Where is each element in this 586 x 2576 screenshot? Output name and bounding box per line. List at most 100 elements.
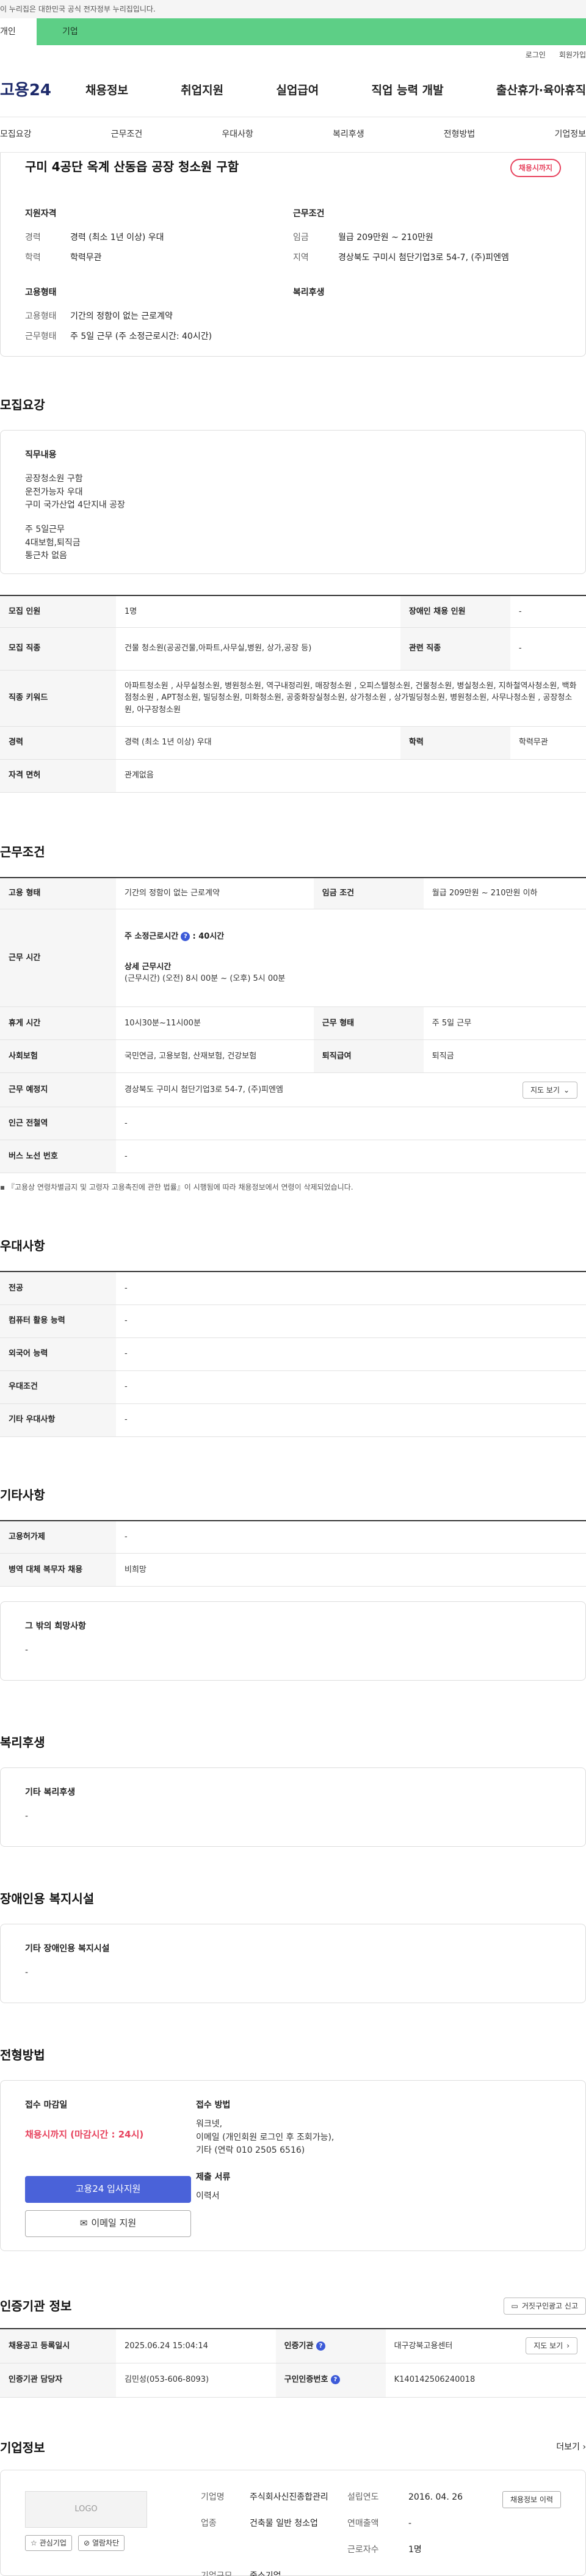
subnav-company[interactable]: 기업정보	[554, 128, 586, 141]
section-title-method: 전형방법	[0, 2046, 586, 2070]
table-key: 고용 형태	[0, 878, 116, 909]
kv-key: 경력	[25, 231, 70, 244]
table-value: 기간의 정함이 없는 근로계약	[116, 878, 314, 909]
table-value: 비희망	[116, 1554, 586, 1587]
table-row: 자격 면허 관계없음	[0, 759, 586, 792]
info-key: 설립연도	[347, 2491, 402, 2504]
info-key: 기업명	[201, 2491, 244, 2504]
etc-extra-value: -	[25, 1644, 561, 1657]
info-value: -	[408, 2517, 488, 2530]
subnav-work[interactable]: 근무조건	[111, 128, 143, 141]
document-icon: ▭	[512, 2301, 518, 2312]
welfare-heading: 복리후생	[293, 286, 561, 299]
summary-card: 구미 4공단 옥계 산동읍 공장 청소원 구함 채용시까지 지원자격 경력경력 …	[0, 153, 586, 357]
apply-button[interactable]: 고용24 입사지원	[25, 2176, 191, 2203]
question-icon[interactable]: ?	[181, 932, 190, 941]
emp-heading: 고용형태	[25, 286, 293, 299]
hours-cell: 주 소정근로시간 ? : 40시간 상세 근무시간 (근무시간) (오전) 8시…	[116, 909, 586, 1007]
section-nav: 모집요강 근무조건 우대사항 복리후생 전형방법 기업정보	[0, 117, 586, 153]
deadline-value: 채용시까지 (마감시간 : 24시)	[25, 2128, 196, 2142]
hours-detail-label: 상세 근무시간	[125, 961, 577, 973]
qual-heading: 지원자격	[25, 208, 293, 220]
kv-value: 주 5일 근무 (주 소정근로시간: 40시간)	[70, 330, 293, 343]
question-icon[interactable]: ?	[316, 2341, 325, 2351]
table-value: 경력 (최소 1년 이상) 우대	[116, 726, 400, 759]
block-icon: ⊘	[84, 2538, 90, 2549]
welfare-value: -	[25, 1810, 561, 1824]
signup-link[interactable]: 회원가입	[559, 49, 586, 60]
age-notice: ▪ 『고용상 연령차별금지 및 고령자 고용촉진에 관한 법률』이 시행됨에 따…	[0, 1182, 586, 1193]
subnav-welfare[interactable]: 복리후생	[333, 128, 364, 141]
table-row: 직종 키워드 아파트청소원 , 사무실청소원, 병원청소원, 역구내정리원, 매…	[0, 670, 586, 726]
section-title-work: 근무조건	[0, 843, 586, 867]
site-logo[interactable]: 고용24	[0, 79, 85, 103]
global-nav: 고용24 채용정보 취업지원 실업급여 직업 능력 개발 출산휴가·육아휴직	[0, 65, 586, 117]
section-title-recruit: 모집요강	[0, 396, 586, 420]
cert-map-button[interactable]: 지도 보기›	[526, 2337, 577, 2354]
gnb-item-training[interactable]: 직업 능력 개발	[372, 82, 444, 100]
hiring-history-button[interactable]: 채용정보 이력	[502, 2491, 561, 2508]
login-link[interactable]: 로그인	[526, 49, 546, 60]
table-value: 김민성(053-606-8093)	[116, 2363, 276, 2397]
kv-key: 근무형태	[25, 330, 70, 343]
table-value: 10시30분~11시00분	[116, 1007, 314, 1040]
email-apply-button[interactable]: ✉이메일 지원	[25, 2210, 191, 2237]
table-key: 휴게 시간	[0, 1007, 116, 1040]
info-value	[250, 2544, 341, 2556]
gnb-item-support[interactable]: 취업지원	[181, 82, 223, 100]
kv-key: 고용형태	[25, 310, 70, 323]
recruit-table: 모집 인원 1명 장애인 채용 인원 - 모집 직종 건물 청소원(공공건물,아…	[0, 595, 586, 793]
table-key: 고용허가제	[0, 1521, 116, 1554]
table-key: 인증기관 ?	[276, 2329, 386, 2363]
favorite-company-button[interactable]: ☆관심기업	[25, 2535, 72, 2551]
table-value: 국민연금, 고용보험, 산재보험, 건강보험	[116, 1040, 314, 1073]
block-view-button[interactable]: ⊘열람차단	[78, 2535, 125, 2551]
table-row: 컴퓨터 활용 능력-	[0, 1304, 586, 1337]
gnb-item-jobs[interactable]: 채용정보	[85, 82, 128, 100]
table-value: K140142506240018	[386, 2363, 586, 2397]
question-icon[interactable]: ?	[331, 2375, 340, 2384]
duty-box: 직무내용 공장청소원 구함 운전가능자 우대 구미 국가산업 4단지내 공장 주…	[0, 430, 586, 574]
kv-value: 기간의 정함이 없는 근로계약	[70, 310, 293, 323]
kv-key: 지역	[293, 252, 338, 264]
company-info: 기업명 주식회사신진종합관리 설립연도 2016. 04. 26 업종 건축물 …	[201, 2491, 488, 2555]
subnav-method[interactable]: 전형방법	[444, 128, 476, 141]
map-button[interactable]: 지도 보기⌄	[523, 1082, 577, 1099]
tab-company[interactable]: 기업	[37, 18, 586, 45]
deadline-badge: 채용시까지	[510, 159, 561, 177]
table-value: 퇴직금	[424, 1040, 586, 1073]
table-value: 주 5일 근무	[424, 1007, 586, 1040]
info-key: 연매출액	[347, 2517, 402, 2530]
table-key: 외국어 능력	[0, 1337, 116, 1370]
etc-table: 고용허가제- 병역 대체 복무자 채용비희망	[0, 1520, 586, 1587]
table-value: -	[510, 627, 586, 670]
table-value: -	[116, 1370, 586, 1403]
section-title-company: 기업정보	[0, 2439, 45, 2457]
disability-label: 기타 장애인용 복지시설	[25, 1943, 561, 1956]
subnav-pref[interactable]: 우대사항	[222, 128, 253, 141]
table-key: 병역 대체 복무자 채용	[0, 1554, 116, 1587]
table-key: 장애인 채용 인원	[400, 595, 510, 627]
etc-extra-box: 그 밖의 희망사항 -	[0, 1601, 586, 1681]
subnav-recruit[interactable]: 모집요강	[0, 128, 32, 141]
receive-method-label: 접수 방법	[196, 2099, 561, 2112]
report-button[interactable]: ▭거짓구인광고 신고	[504, 2298, 586, 2315]
top-notice: 이 누리집은 대한민국 공식 전자정부 누리집입니다.	[0, 0, 586, 18]
cond-heading: 근무조건	[293, 208, 561, 220]
more-link[interactable]: 더보기 ›	[556, 2441, 586, 2454]
tab-personal[interactable]: 개인	[0, 18, 37, 45]
table-row: 전공-	[0, 1272, 586, 1304]
info-key: 업종	[201, 2517, 244, 2530]
table-value: -	[116, 1521, 586, 1554]
gnb-item-benefit[interactable]: 실업급여	[276, 82, 319, 100]
gnb-item-leave[interactable]: 출산휴가·육아휴직	[496, 82, 586, 100]
table-row: 채용공고 등록일시 2025.06.24 15:04:14 인증기관 ? 대구강…	[0, 2329, 586, 2363]
company-logo: LOGO	[25, 2491, 147, 2528]
documents-label: 제출 서류	[196, 2171, 561, 2184]
section-title-disability: 장애인용 복지시설	[0, 1890, 586, 1914]
weekly-hours-value: : 40시간	[193, 932, 225, 941]
section-title-welfare: 복리후생	[0, 1733, 586, 1758]
table-value: 1명	[116, 595, 400, 627]
method-box: 접수 마감일 채용시까지 (마감시간 : 24시) 고용24 입사지원 ✉이메일…	[0, 2080, 586, 2251]
table-key: 구인인증번호 ?	[276, 2363, 386, 2397]
